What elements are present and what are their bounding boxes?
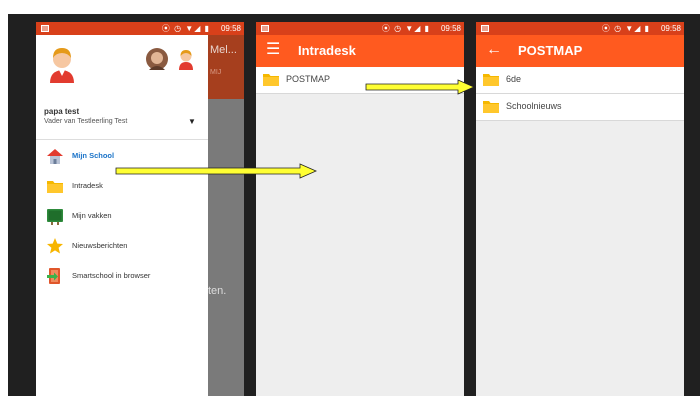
screenshot-stage: ⦿ ◷ ▼◢ ▮ 09:58 Mel... MIJ ten. papa test… [0,0,700,396]
arrow-postmap-to-6de [365,79,475,95]
arrow-intradesk-to-postmap [115,163,317,179]
annotation-arrows [115,79,475,179]
